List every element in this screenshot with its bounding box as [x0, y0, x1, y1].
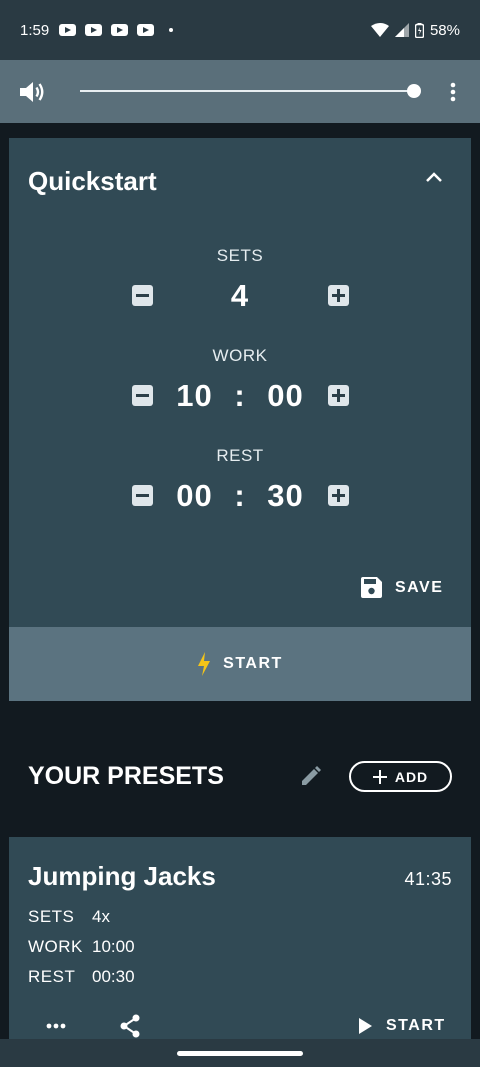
preset-work-key: WORK [28, 937, 83, 956]
edit-icon[interactable] [299, 764, 323, 788]
youtube-icon [137, 24, 155, 36]
status-bar: 1:59 58% [0, 0, 480, 60]
work-label: WORK [212, 346, 268, 365]
preset-work-row: WORK 10:00 [28, 937, 135, 957]
volume-icon[interactable] [16, 76, 48, 108]
work-seconds[interactable]: 00 [267, 378, 303, 413]
status-indicators: 58% [370, 21, 460, 39]
sets-increment-button[interactable] [328, 285, 349, 306]
preset-total-time: 41:35 [404, 869, 452, 889]
preset-start-label: START [386, 1017, 446, 1034]
battery-icon [414, 22, 424, 38]
volume-toolbar [0, 60, 480, 123]
more-horizontal-icon[interactable] [46, 1023, 66, 1029]
quickstart-title: Quickstart [28, 166, 157, 196]
play-icon [359, 1018, 372, 1034]
plus-icon [372, 769, 387, 784]
preset-start-button[interactable]: START [359, 1017, 446, 1035]
quickstart-start-button[interactable]: START [9, 627, 471, 701]
sets-value[interactable]: 4 [9, 278, 471, 314]
sets-label: SETS [216, 246, 264, 265]
more-options-icon[interactable] [450, 82, 456, 102]
save-icon [361, 577, 382, 598]
navigation-bar [0, 1039, 480, 1067]
status-time: 1:59 [20, 21, 50, 39]
preset-sets-key: SETS [28, 907, 75, 926]
preset-rest-key: REST [28, 967, 76, 986]
rest-minutes[interactable]: 00 [176, 478, 212, 513]
rest-separator: : [234, 478, 246, 513]
work-minutes[interactable]: 10 [176, 378, 212, 413]
save-label: SAVE [395, 578, 444, 596]
youtube-icon [59, 24, 77, 36]
save-button[interactable]: SAVE [360, 576, 443, 599]
rest-time[interactable]: 00 : 30 [9, 478, 471, 514]
chevron-up-icon[interactable] [424, 168, 444, 188]
preset-sets-value: 4x [92, 907, 110, 926]
volume-slider-thumb[interactable] [407, 84, 421, 98]
youtube-icon [111, 24, 129, 36]
lightning-icon [198, 652, 211, 676]
work-increment-button[interactable] [328, 385, 349, 406]
battery-percent: 58% [429, 21, 460, 39]
work-time[interactable]: 10 : 00 [9, 378, 471, 414]
wifi-icon [370, 23, 389, 37]
home-gesture-handle[interactable] [177, 1051, 303, 1056]
add-preset-label: ADD [394, 768, 429, 785]
more-notifications-dot [169, 28, 174, 32]
work-separator: : [234, 378, 246, 413]
preset-work-value: 10:00 [92, 937, 135, 956]
quickstart-card: Quickstart SETS 4 WORK 10 : 00 REST 00 :… [9, 138, 471, 628]
rest-increment-button[interactable] [328, 485, 349, 506]
share-icon[interactable] [119, 1014, 141, 1038]
presets-title: YOUR PRESETS [28, 762, 224, 790]
quickstart-start-label: START [223, 655, 283, 672]
preset-rest-value: 00:30 [92, 967, 135, 986]
preset-card[interactable]: Jumping Jacks 41:35 SETS 4x WORK 10:00 R… [9, 837, 471, 1067]
preset-name: Jumping Jacks [28, 861, 216, 891]
volume-slider-track[interactable] [80, 90, 414, 92]
add-preset-button[interactable]: ADD [349, 761, 452, 792]
preset-sets-row: SETS 4x [28, 907, 110, 927]
cell-signal-icon [394, 23, 409, 37]
rest-seconds[interactable]: 30 [267, 478, 303, 513]
youtube-icon [85, 24, 103, 36]
rest-label: REST [216, 446, 264, 465]
preset-rest-row: REST 00:30 [28, 967, 135, 987]
